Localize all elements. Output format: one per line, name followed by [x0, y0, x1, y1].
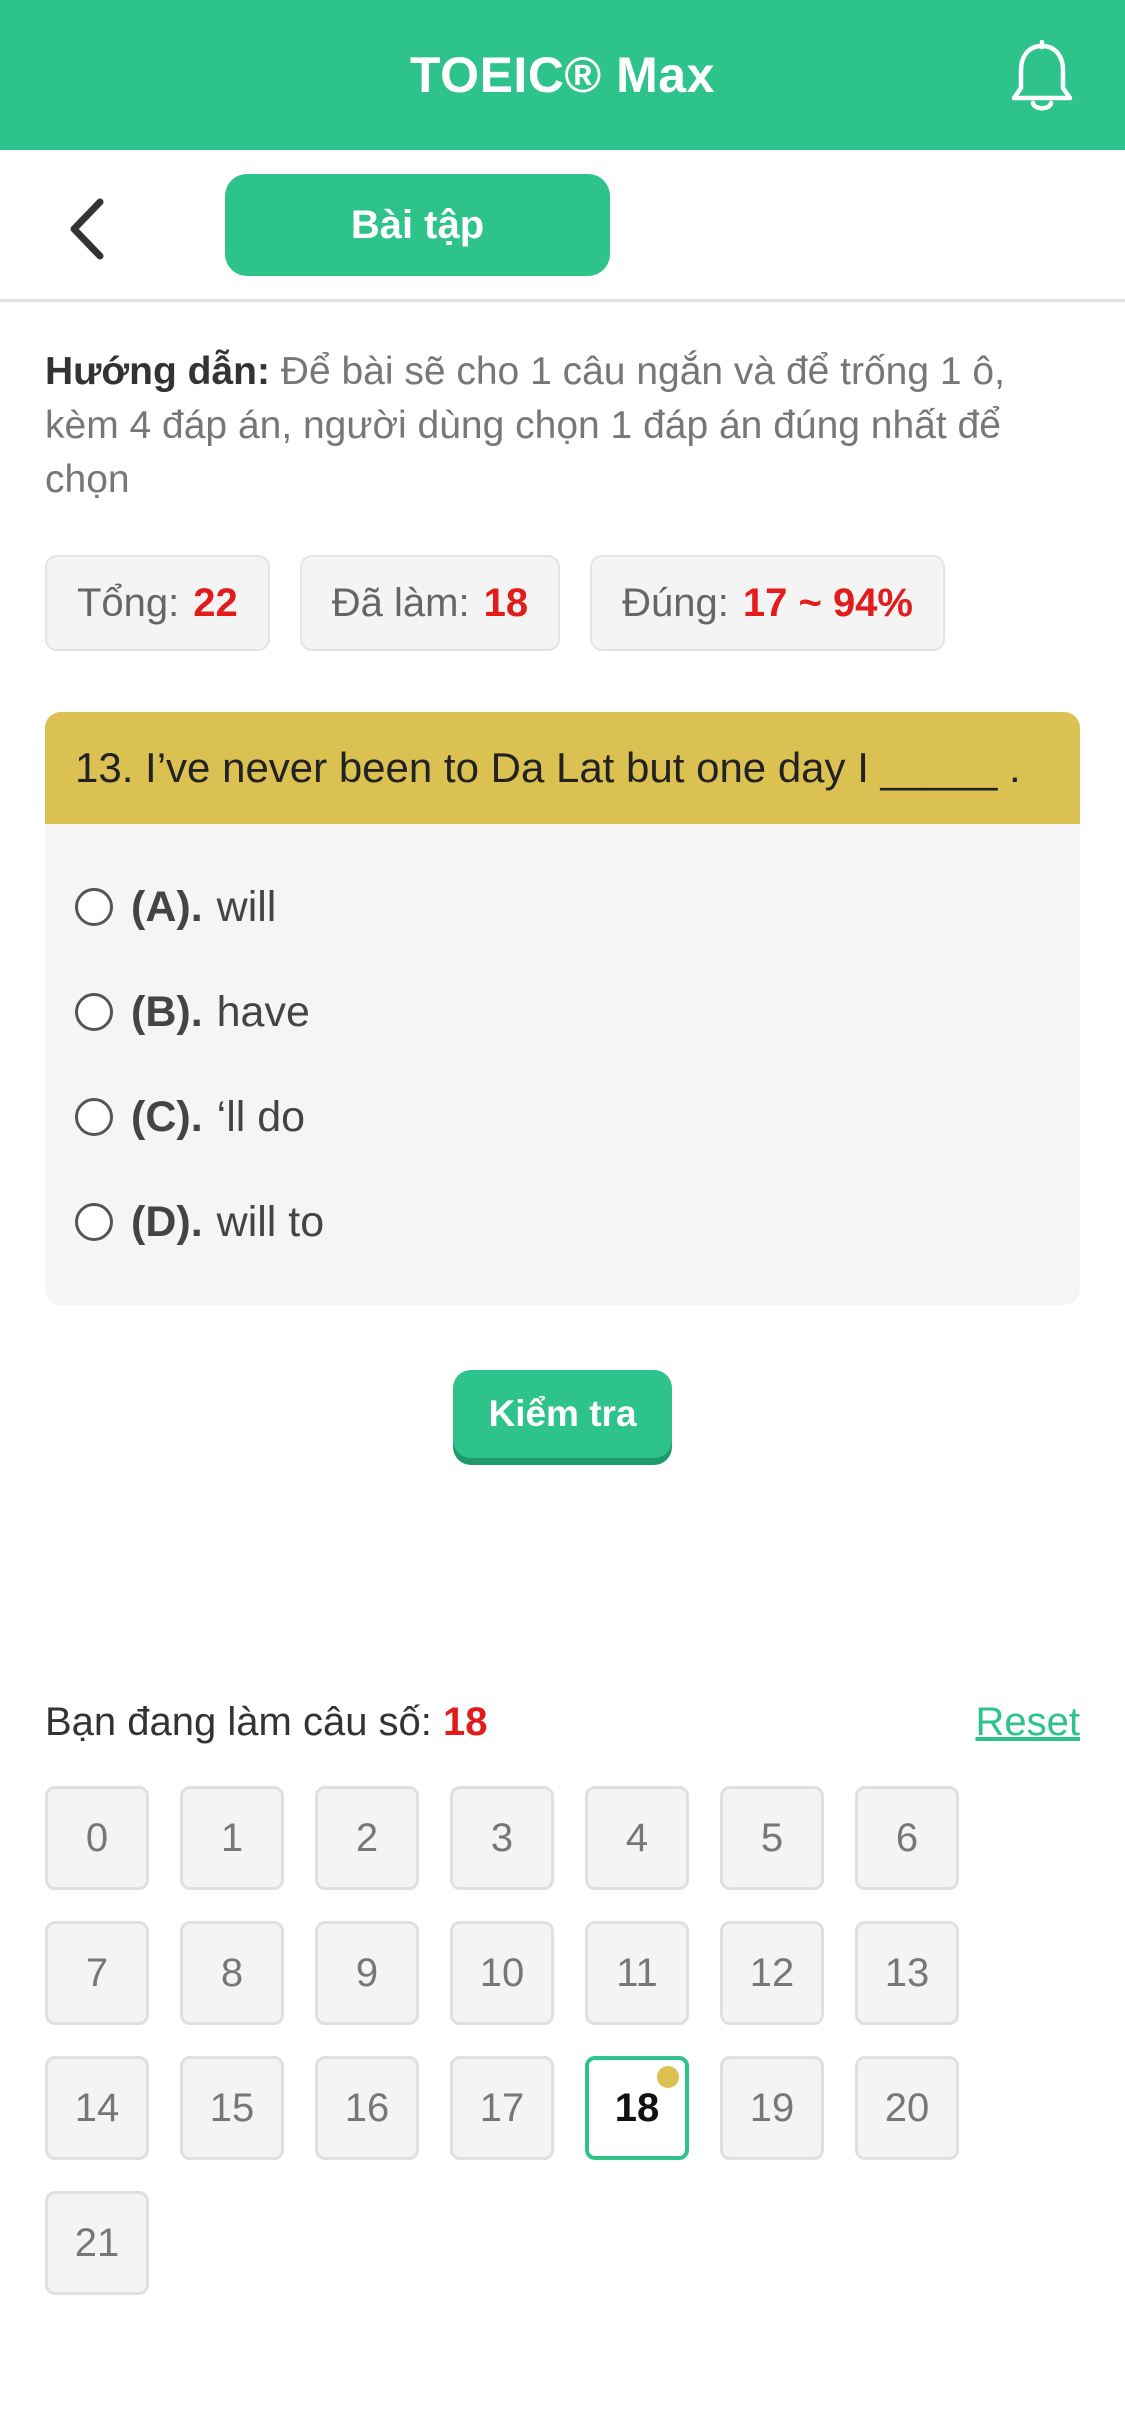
option-a-letter: (A). — [131, 882, 203, 931]
question-number-cell[interactable]: 3 — [450, 1786, 554, 1890]
radio-a[interactable] — [75, 888, 113, 926]
tab-bai-tap[interactable]: Bài tập — [225, 174, 610, 276]
question-grid: 0 1 2 3 4 5 6 7 8 9 10 11 12 13 14 15 16 17 18 19 20 21 — [45, 1786, 1045, 2295]
stat-total: Tổng: 22 — [45, 555, 270, 651]
stat-done-label: Đã làm: — [331, 580, 470, 625]
question-number-cell[interactable]: 21 — [45, 2191, 149, 2295]
option-d-letter: (D). — [131, 1197, 203, 1246]
question-number-cell[interactable]: 6 — [855, 1786, 959, 1890]
stat-correct: Đúng: 17 ~ 94% — [590, 555, 945, 651]
stat-total-value: 22 — [193, 580, 238, 625]
stat-done-value: 18 — [483, 580, 529, 625]
current-indicator-dot — [657, 2066, 679, 2088]
radio-d[interactable] — [75, 1203, 113, 1241]
sub-header: Bài tập — [0, 150, 1125, 302]
instructions: Hướng dẫn: Để bài sẽ cho 1 câu ngắn và đ… — [45, 345, 1085, 507]
bell-icon[interactable] — [1009, 40, 1075, 114]
stat-done: Đã làm: 18 — [299, 555, 561, 651]
chevron-left-icon[interactable] — [60, 194, 120, 264]
option-c-text: ‘ll do — [216, 1092, 306, 1141]
question-number-cell[interactable]: 1 — [180, 1786, 284, 1890]
question-number-cell[interactable]: 19 — [720, 2056, 824, 2160]
question-number-cell[interactable]: 14 — [45, 2056, 149, 2160]
question-number-cell[interactable]: 0 — [45, 1786, 149, 1890]
question-number-cell[interactable]: 13 — [855, 1921, 959, 2025]
question-number-cell[interactable]: 9 — [315, 1921, 419, 2025]
option-c-letter: (C). — [131, 1092, 203, 1141]
radio-b[interactable] — [75, 993, 113, 1031]
question-number-cell[interactable]: 8 — [180, 1921, 284, 2025]
stats-row: Tổng: 22 Đã làm: 18 Đúng: 17 ~ 94% — [45, 555, 945, 651]
question-number-cell[interactable]: 11 — [585, 1921, 689, 2025]
question-number-cell[interactable]: 15 — [180, 2056, 284, 2160]
option-a[interactable]: (A). will — [75, 877, 276, 937]
progress-label: Bạn đang làm câu số: 18 — [45, 1700, 488, 1745]
question-number-cell[interactable]: 7 — [45, 1921, 149, 2025]
question-number-cell[interactable]: 17 — [450, 2056, 554, 2160]
question-number-cell[interactable]: 5 — [720, 1786, 824, 1890]
option-a-text: will — [216, 882, 277, 931]
option-d-text: will to — [216, 1197, 325, 1246]
progress-label-text: Bạn đang làm câu số: — [45, 1700, 432, 1744]
check-button[interactable]: Kiểm tra — [453, 1370, 672, 1458]
question-number-cell[interactable]: 18 — [585, 2056, 689, 2160]
question-number-cell[interactable]: 10 — [450, 1921, 554, 2025]
stat-correct-label: Đúng: — [622, 580, 729, 625]
progress-current: 18 — [443, 1700, 488, 1744]
question-card: 13. I’ve never been to Da Lat but one da… — [45, 712, 1080, 1305]
question-number-cell[interactable]: 12 — [720, 1921, 824, 2025]
question-number-label: 18 — [614, 2085, 660, 2130]
question-number-cell[interactable]: 16 — [315, 2056, 419, 2160]
app-title: TOEIC® Max — [410, 47, 715, 103]
question-text: 13. I’ve never been to Da Lat but one da… — [45, 712, 1080, 824]
radio-c[interactable] — [75, 1098, 113, 1136]
app-bar: TOEIC® Max — [0, 0, 1125, 150]
option-d[interactable]: (D). will to — [75, 1192, 324, 1252]
reset-link[interactable]: Reset — [976, 1700, 1081, 1745]
option-b-text: have — [216, 987, 310, 1036]
stat-total-label: Tổng: — [77, 580, 180, 625]
question-number-cell[interactable]: 20 — [855, 2056, 959, 2160]
question-number-cell[interactable]: 4 — [585, 1786, 689, 1890]
question-number-cell[interactable]: 2 — [315, 1786, 419, 1890]
option-b[interactable]: (B). have — [75, 982, 310, 1042]
stat-correct-value: 17 ~ 94% — [742, 580, 913, 625]
option-b-letter: (B). — [131, 987, 203, 1036]
option-c[interactable]: (C). ‘ll do — [75, 1087, 305, 1147]
instructions-label: Hướng dẫn: — [45, 350, 270, 393]
